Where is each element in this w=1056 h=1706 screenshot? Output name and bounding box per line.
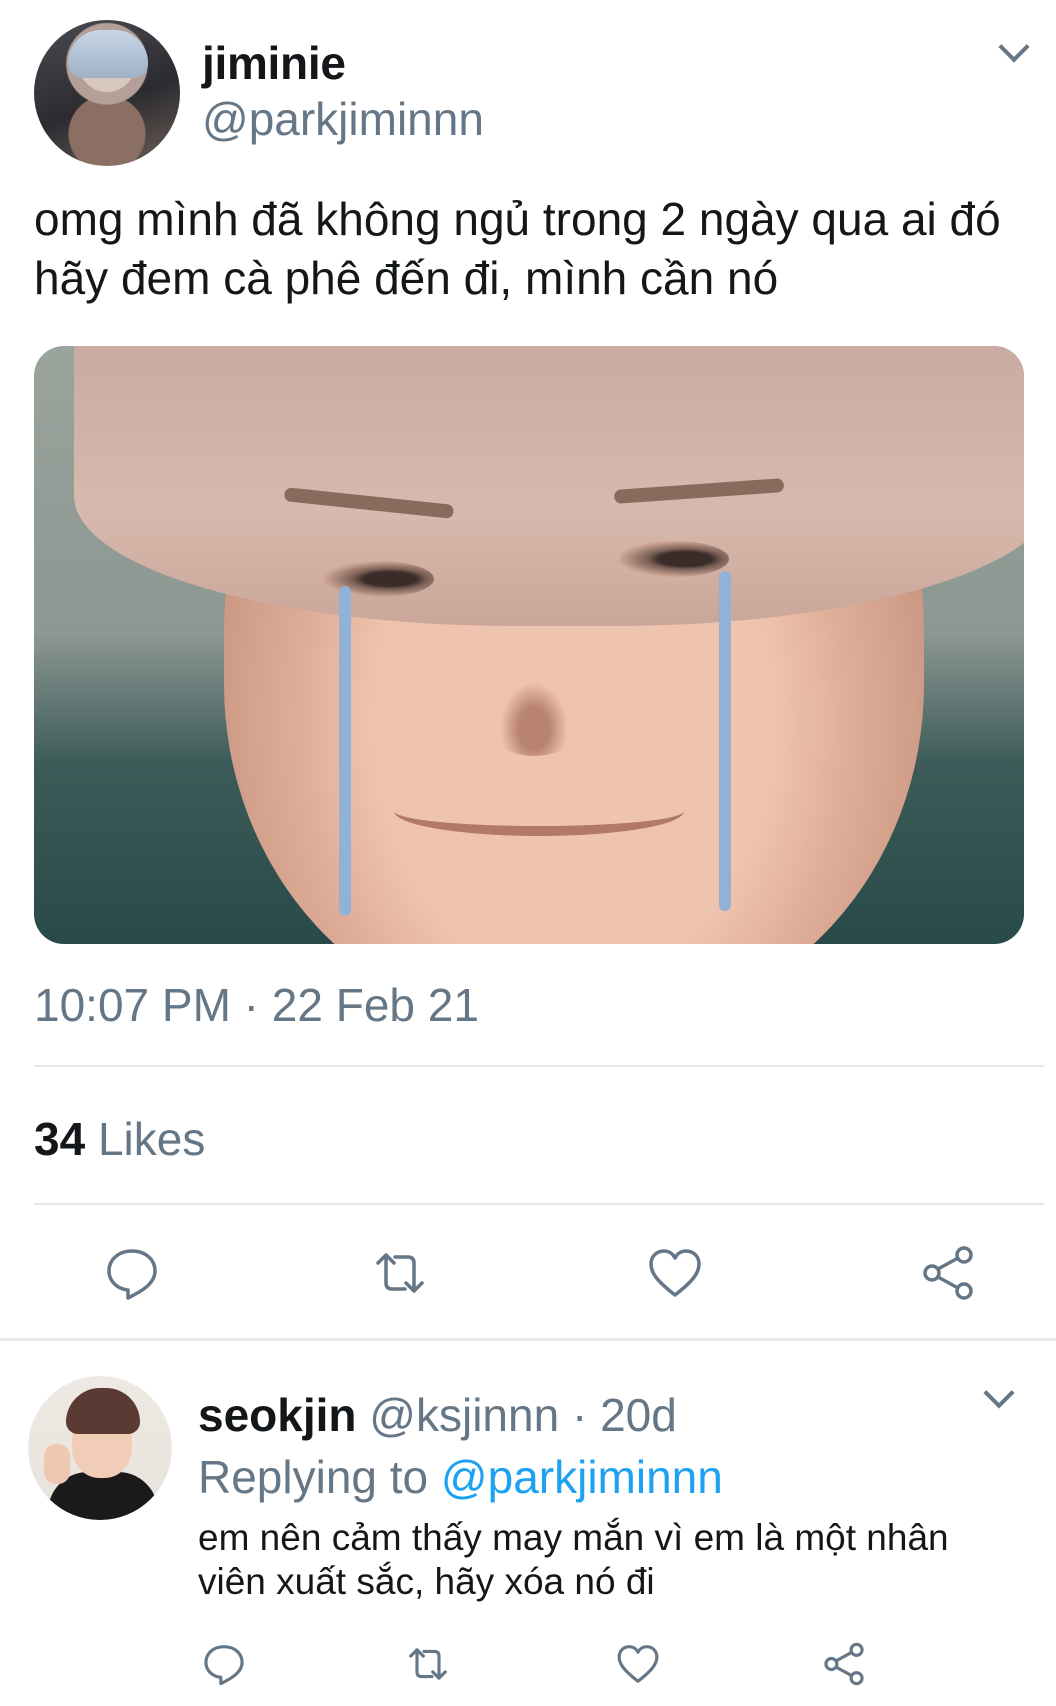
reply-header: seokjin @ksjinnn · 20d <box>198 1388 677 1442</box>
replying-target-link[interactable]: @parkjiminnn <box>441 1451 723 1503</box>
tweet-text: omg mình đã không ngủ trong 2 ngày qua a… <box>34 193 1001 304</box>
tweet-action-bar <box>0 1240 1056 1310</box>
reply-author-name[interactable]: seokjin <box>198 1389 357 1441</box>
heart-icon[interactable] <box>647 1245 703 1301</box>
avatar-hair <box>68 30 148 78</box>
likes-label: Likes <box>85 1113 206 1165</box>
main-tweet: jiminie @parkjiminnn omg mình đã không n… <box>0 0 1056 1340</box>
author-avatar[interactable] <box>34 20 180 166</box>
share-icon[interactable] <box>920 1245 976 1301</box>
retweet-icon[interactable] <box>372 1245 428 1301</box>
media-nose <box>474 646 594 756</box>
media-tear-left <box>339 586 351 916</box>
divider <box>34 1065 1044 1067</box>
chevron-down-icon[interactable] <box>983 1377 1015 1409</box>
tweet-media-image[interactable] <box>34 346 1024 944</box>
tweet-timestamp[interactable]: 10:07 PM · 22 Feb 21 <box>34 978 479 1032</box>
speech-bubble-icon[interactable] <box>104 1245 160 1301</box>
likes-count: 34 <box>34 1113 86 1165</box>
replying-to: Replying to @parkjiminnn <box>198 1450 723 1504</box>
replying-prefix: Replying to <box>198 1451 441 1503</box>
media-mouth <box>394 786 684 836</box>
reply-author-avatar[interactable] <box>28 1376 172 1520</box>
avatar-hair <box>66 1388 140 1434</box>
divider <box>34 1203 1044 1205</box>
share-icon[interactable] <box>822 1642 866 1686</box>
speech-bubble-icon[interactable] <box>202 1642 246 1686</box>
likes-summary[interactable]: 34 Likes <box>34 1112 205 1166</box>
reply-text: em nên cảm thấy may mắn vì em là một nhâ… <box>198 1517 949 1602</box>
chevron-down-icon[interactable] <box>998 31 1030 63</box>
reply-tweet[interactable]: seokjin @ksjinnn · 20d Replying to @park… <box>0 1340 1056 1706</box>
reply-author-handle[interactable]: @ksjinnn <box>369 1389 559 1441</box>
media-hair <box>74 346 1024 626</box>
heart-icon[interactable] <box>616 1642 660 1686</box>
reply-age[interactable]: 20d <box>600 1389 677 1441</box>
author-name[interactable]: jiminie <box>202 36 346 90</box>
media-tear-right <box>719 571 731 911</box>
reply-action-bar <box>0 1636 1056 1696</box>
retweet-icon[interactable] <box>406 1642 450 1686</box>
avatar-hand <box>44 1444 70 1484</box>
reply-separator: · <box>559 1389 601 1441</box>
author-handle[interactable]: @parkjiminnn <box>202 92 484 146</box>
media-eye-right <box>619 541 729 577</box>
